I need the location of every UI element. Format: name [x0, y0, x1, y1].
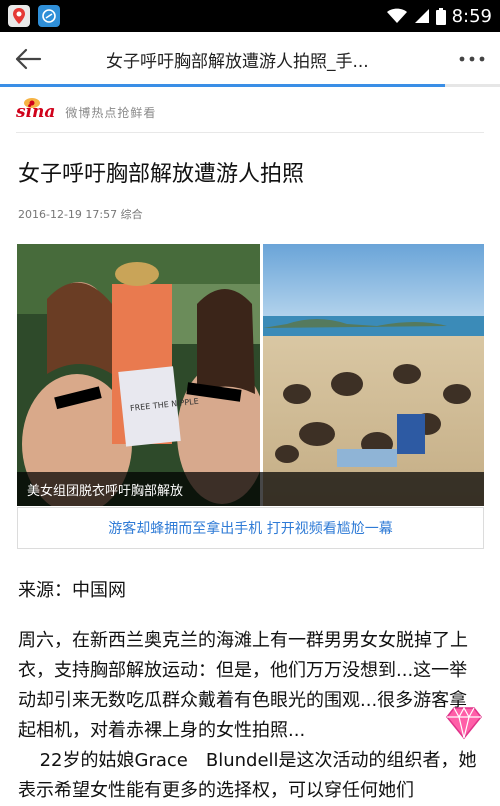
image-caption: 美女组团脱衣呼吁胸部解放 [17, 472, 484, 506]
diamond-gem-icon[interactable] [446, 706, 482, 740]
article-photo[interactable]: FREE THE NIPPLE [17, 244, 484, 506]
notification-icons [8, 5, 60, 27]
more-dots-icon [459, 56, 485, 62]
battery-icon [435, 7, 446, 25]
article-paragraph: 22岁的姑娘Grace Blundell是这次活动的组织者，她表示希望女性能有更… [18, 750, 477, 801]
browser-notification-icon [38, 5, 60, 27]
source-header[interactable]: sina 微博热点抢鲜看 [16, 98, 156, 126]
sina-slogan: 微博热点抢鲜看 [65, 105, 157, 120]
article-headline: 女子呼吁胸部解放遭游人拍照 [18, 162, 305, 187]
back-button[interactable] [0, 32, 56, 86]
maps-notification-icon [8, 5, 30, 27]
status-bar: 8:59 [0, 0, 500, 32]
more-options-button[interactable] [444, 32, 500, 86]
divider [16, 132, 484, 133]
article-meta: 2016-12-19 17:57 综合 [18, 208, 143, 221]
status-time: 8:59 [451, 5, 492, 27]
back-arrow-icon [15, 48, 42, 70]
article-source: 来源：中国网 [18, 580, 126, 601]
video-link-button[interactable]: 游客却蜂拥而至拿出手机 打开视频看尴尬一幕 [17, 507, 484, 549]
wifi-icon [386, 8, 407, 23]
sina-logo: sina [16, 102, 56, 122]
article-body: 周六，在新西兰奥克兰的海滩上有一群男男女女脱掉了上衣，支持胸部解放运动：但是，他… [18, 626, 484, 806]
page-title: 女子呼吁胸部解放遭游人拍照_手... [106, 51, 369, 72]
signal-icon [414, 9, 429, 23]
page-load-progress [0, 84, 500, 87]
progress-fill [0, 84, 445, 87]
browser-toolbar: 女子呼吁胸部解放遭游人拍照_手... [0, 32, 500, 86]
article-paragraph: 周六，在新西兰奥克兰的海滩上有一群男男女女脱掉了上衣，支持胸部解放运动：但是，他… [18, 630, 468, 741]
